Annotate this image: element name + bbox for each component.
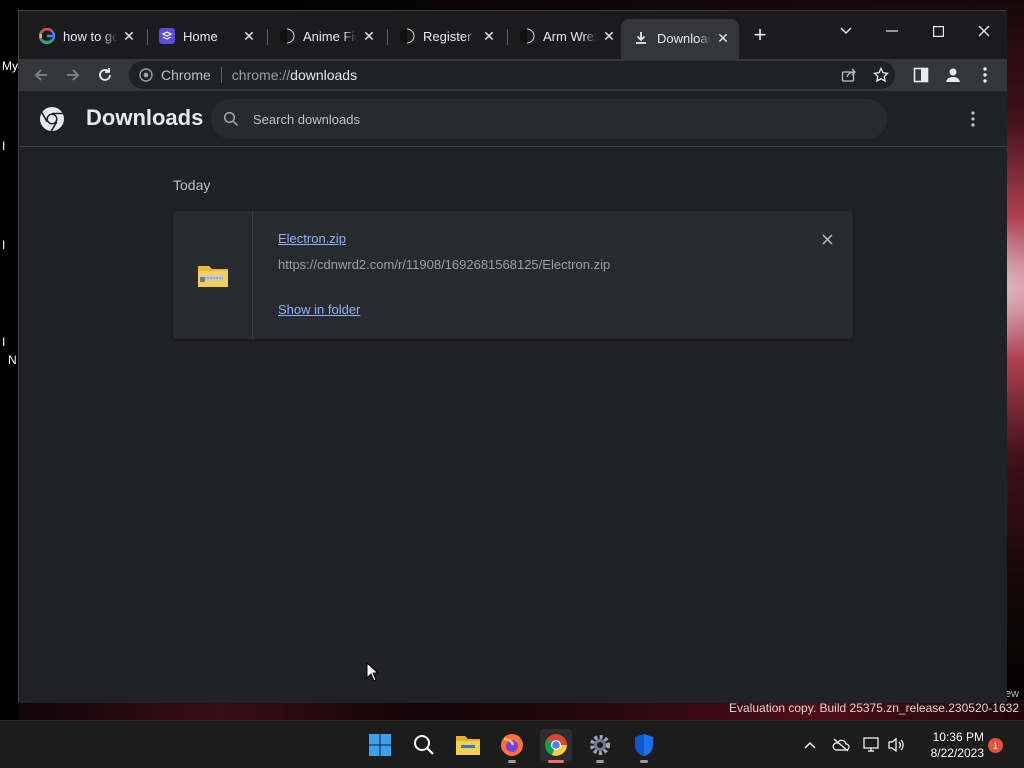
layers-icon [159,28,175,44]
chevron-up-icon[interactable] [800,735,820,755]
search-input[interactable] [253,111,813,127]
roblox-icon [519,28,535,44]
bookmark-star-icon[interactable] [869,63,893,87]
windows-start-icon[interactable] [364,729,396,761]
search-icon [223,111,239,127]
tab-home[interactable]: Home ✕ [147,21,265,51]
clock-time: 10:36 PM [932,730,984,744]
date-heading: Today [173,177,211,193]
close-icon[interactable]: ✕ [121,28,137,44]
volume-icon[interactable] [886,735,906,755]
tab-title: Register » [423,28,477,44]
tab-search-icon[interactable] [823,17,869,45]
omnibox-divider [220,67,222,83]
site-chip-label: Chrome [161,67,211,83]
tab-how-to-get[interactable]: how to get ✕ [27,21,145,51]
notification-badge[interactable]: 1 [988,738,1003,753]
close-icon[interactable]: ✕ [715,30,731,46]
settings-icon[interactable] [584,729,616,763]
running-indicator [640,760,648,763]
tab-title: Arm Wrestle [543,28,597,44]
minimize-button[interactable] [869,17,915,45]
profile-icon[interactable] [941,63,965,87]
file-explorer-icon[interactable] [452,729,484,761]
onedrive-offline-icon[interactable] [831,735,851,755]
back-button[interactable] [29,63,53,87]
google-icon [39,28,55,44]
running-indicator [596,760,604,763]
search-icon[interactable] [408,729,440,761]
desktop-label[interactable]: N [8,353,17,367]
chrome-icon [139,68,153,82]
page-title: Downloads [86,105,204,130]
download-item: Electron.zip https://cdnwrd2.com/r/11908… [173,211,853,339]
running-indicator [508,760,516,763]
search-downloads-box[interactable] [211,99,887,139]
tab-anime-fighting[interactable]: Anime Fighting ✕ [267,21,385,51]
desktop-label[interactable]: My [2,59,18,73]
remove-download-icon[interactable] [817,229,837,249]
taskbar: 10:36 PM 8/22/2023 1 [0,720,1024,768]
evaluation-watermark: Evaluation copy. Build 25375.zn_release.… [729,701,1019,715]
clock-date: 8/22/2023 [930,746,984,760]
chrome-icon[interactable] [540,729,572,763]
zip-folder-icon [173,211,253,339]
forward-button[interactable] [61,63,85,87]
roblox-icon [279,28,295,44]
tab-arm-wrestle[interactable]: Arm Wrestle ✕ [507,21,625,51]
maximize-button[interactable] [915,17,961,45]
desktop-label[interactable]: I [2,238,5,252]
site-chip[interactable]: Chrome [139,67,211,83]
tab-title: how to get [63,28,117,44]
share-icon[interactable] [837,63,861,87]
download-file-link[interactable]: Electron.zip [278,231,346,246]
close-icon[interactable]: ✕ [361,28,377,44]
close-window-button[interactable] [961,17,1007,45]
close-icon[interactable]: ✕ [601,28,617,44]
chrome-window: how to get ✕ Home ✕ Anime Fighting ✕ [18,10,1007,703]
download-icon [633,30,649,46]
tab-strip: how to get ✕ Home ✕ Anime Fighting ✕ [19,11,1007,59]
tab-title: Home [183,28,218,44]
download-source-url: https://cdnwrd2.com/r/11908/169268156812… [278,257,611,272]
firefox-icon[interactable] [496,729,528,763]
tab-downloads[interactable]: Downloads ✕ [621,19,739,59]
new-tab-button[interactable]: + [749,24,771,47]
tab-title: Downloads [657,30,711,46]
defender-icon[interactable] [628,729,660,763]
downloads-header: Downloads [19,91,1007,147]
roblox-icon [399,28,415,44]
tab-register[interactable]: Register » ✕ [387,21,505,51]
show-in-folder-link[interactable]: Show in folder [278,302,360,317]
watermark-fragment: ew [1004,688,1019,700]
more-actions-icon[interactable] [963,107,983,131]
browser-toolbar: Chrome chrome://downloads [19,59,1007,91]
network-icon[interactable] [862,735,882,755]
chrome-logo-icon [39,106,65,132]
close-icon[interactable]: ✕ [481,28,497,44]
side-panel-icon[interactable] [909,63,933,87]
system-clock[interactable]: 10:36 PM 8/22/2023 [908,729,984,761]
desktop-label[interactable]: I [2,335,5,349]
desktop-label[interactable]: I [2,139,5,153]
close-icon[interactable]: ✕ [241,28,257,44]
reload-button[interactable] [93,63,117,87]
tab-title: Anime Fighting [303,28,357,44]
downloads-content: Today Electron.zip https://cdnwrd2.com/r… [19,147,1007,703]
address-bar[interactable]: Chrome chrome://downloads [129,61,895,89]
kebab-menu-icon[interactable] [973,63,997,87]
mouse-cursor-icon [366,661,380,687]
desktop-icons-strip: My I I I N [0,55,18,705]
url-host: downloads [290,67,358,83]
running-indicator [548,760,564,763]
url-scheme: chrome:// [231,67,291,83]
